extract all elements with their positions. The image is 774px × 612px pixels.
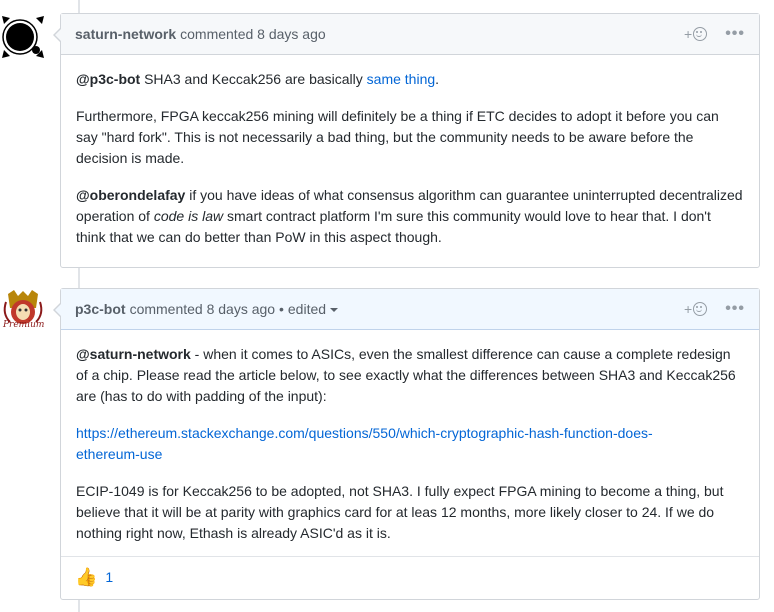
- comment-header: p3c-bot commented 8 days ago • edited + …: [61, 289, 759, 330]
- user-mention[interactable]: @oberondelafay: [76, 187, 185, 203]
- add-reaction-button[interactable]: +: [684, 26, 708, 42]
- comment-timestamp[interactable]: commented 8 days ago •: [130, 301, 284, 317]
- comment-body: @saturn-network - when it comes to ASICs…: [61, 330, 759, 556]
- paragraph-text: SHA3 and Keccak256 are basically: [140, 71, 367, 87]
- edited-dropdown[interactable]: edited: [287, 301, 339, 317]
- plus-icon: +: [684, 301, 693, 317]
- comment-author[interactable]: saturn-network: [75, 26, 176, 42]
- edited-label: edited: [287, 301, 327, 317]
- smiley-icon: [693, 302, 708, 316]
- same-thing-link[interactable]: same thing: [367, 71, 435, 87]
- comment-header: saturn-network commented 8 days ago + ••…: [61, 14, 759, 55]
- user-mention[interactable]: @saturn-network: [76, 346, 191, 362]
- comment-paragraph: @saturn-network - when it comes to ASICs…: [76, 344, 744, 407]
- comment-paragraph: ECIP-1049 is for Keccak256 to be adopted…: [76, 483, 724, 541]
- reactions-bar: 👍 1: [61, 556, 759, 597]
- thumbs-up-reaction[interactable]: 👍 1: [75, 567, 113, 588]
- comment-paragraph: @p3c-bot SHA3 and Keccak256 are basicall…: [76, 69, 744, 90]
- comment-body: @p3c-bot SHA3 and Keccak256 are basicall…: [61, 55, 759, 263]
- comment-saturn-network: saturn-network commented 8 days ago + ••…: [53, 13, 760, 268]
- premium-caption: Premium: [3, 320, 45, 330]
- comment-p3c-bot: p3c-bot commented 8 days ago • edited + …: [53, 288, 760, 600]
- italic-text: code is law: [153, 208, 224, 224]
- comment-timestamp[interactable]: commented 8 days ago: [180, 26, 326, 42]
- saturn-logo-icon: [2, 16, 44, 58]
- comment-actions: + •••: [684, 289, 745, 329]
- avatar-saturn-network[interactable]: [0, 14, 46, 60]
- comment-author[interactable]: p3c-bot: [75, 301, 126, 317]
- plus-icon: +: [684, 26, 693, 42]
- paragraph-text: .: [435, 71, 440, 87]
- comment-paragraph: @oberondelafay if you have ideas of what…: [76, 185, 744, 248]
- smiley-icon: [693, 27, 708, 41]
- thumbs-up-icon: 👍: [75, 566, 98, 587]
- more-options-icon[interactable]: •••: [725, 25, 745, 43]
- reaction-count: 1: [105, 569, 114, 585]
- caret-down-icon: [330, 308, 339, 313]
- more-options-icon[interactable]: •••: [725, 300, 745, 318]
- add-reaction-button[interactable]: +: [684, 301, 708, 317]
- stackexchange-link[interactable]: https://ethereum.stackexchange.com/quest…: [76, 425, 653, 462]
- comment-actions: + •••: [684, 14, 745, 54]
- user-mention[interactable]: @p3c-bot: [76, 71, 140, 87]
- comment-paragraph: Furthermore, FPGA keccak256 mining will …: [76, 108, 719, 166]
- comment-paragraph: https://ethereum.stackexchange.com/quest…: [76, 423, 744, 465]
